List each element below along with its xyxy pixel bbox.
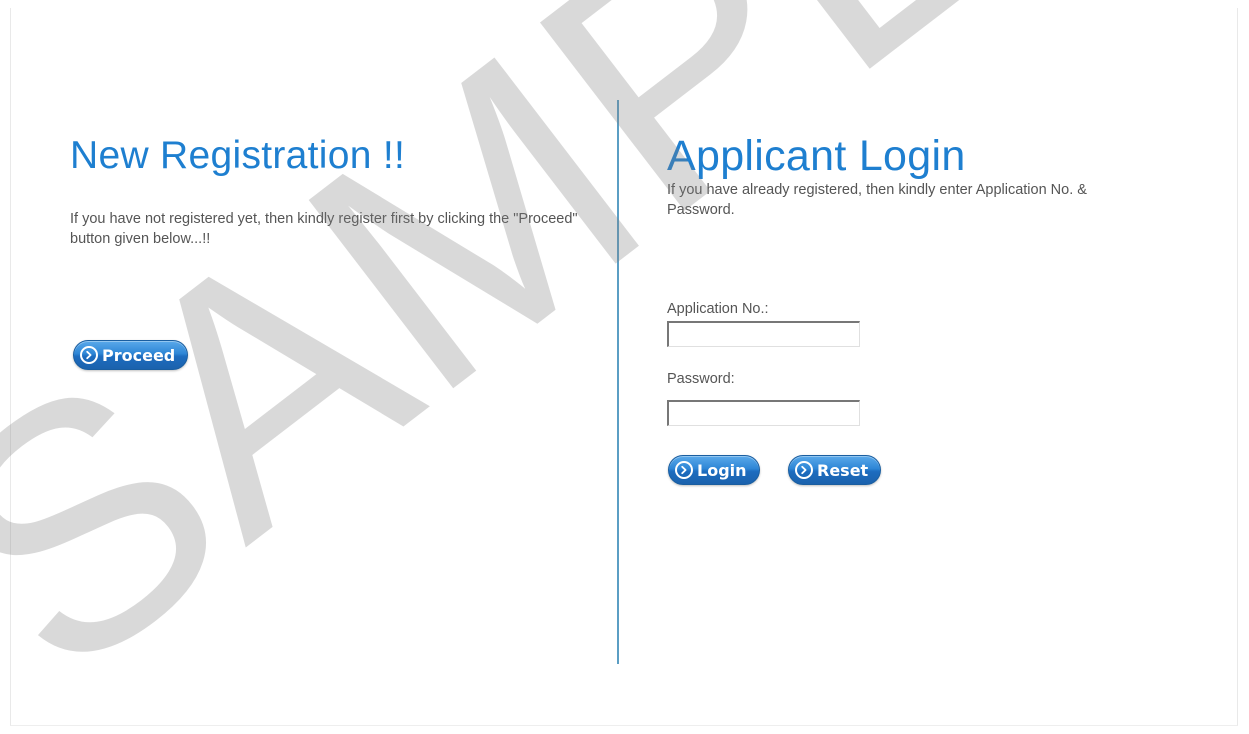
application-no-input[interactable] (667, 321, 860, 347)
applicant-login-description: If you have already registered, then kin… (667, 182, 1087, 218)
application-no-label: Application No.: (667, 301, 769, 317)
proceed-button[interactable]: Proceed (73, 340, 189, 370)
reset-button-label: Reset (817, 460, 869, 480)
login-button-label: Login (697, 460, 747, 480)
new-registration-heading: New Registration !! (70, 134, 406, 177)
content-frame (10, 8, 1238, 726)
new-registration-description: If you have not registered yet, then kin… (70, 210, 578, 247)
circle-arrow-right-icon (80, 346, 98, 364)
circle-arrow-right-icon (675, 461, 693, 479)
login-button[interactable]: Login (668, 455, 760, 485)
password-label: Password: (667, 371, 735, 387)
proceed-button-label: Proceed (102, 345, 176, 365)
applicant-login-heading: Applicant Login (667, 132, 966, 180)
applicant-login-section: Applicant Login If you have already regi… (667, 135, 1167, 220)
page: New Registration !! If you have not regi… (0, 0, 1249, 734)
column-divider (617, 100, 619, 664)
new-registration-section: New Registration !! If you have not regi… (70, 134, 600, 249)
password-input[interactable] (667, 400, 860, 426)
reset-button[interactable]: Reset (788, 455, 882, 485)
circle-arrow-right-icon (795, 461, 813, 479)
